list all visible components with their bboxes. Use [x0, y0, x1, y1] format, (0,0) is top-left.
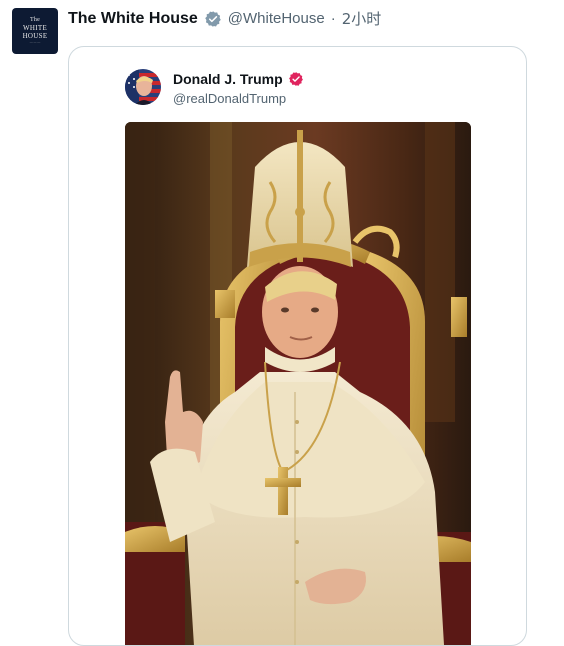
avatar-decoration: — — — [29, 40, 41, 44]
white-house-avatar[interactable]: The WHITE HOUSE — — — [12, 8, 58, 54]
separator-dot: · [330, 10, 336, 27]
quoted-author-handle[interactable]: @realDonaldTrump [173, 91, 286, 106]
verified-badge-icon[interactable] [204, 10, 222, 28]
avatar-line-2: WHITE [22, 24, 48, 32]
post-header: The White House @WhiteHouse · 2小时 [68, 8, 381, 29]
quoted-author-name-row: Donald J. Trump [173, 71, 304, 87]
author-handle[interactable]: @WhiteHouse [228, 10, 325, 27]
verified-badge-icon[interactable] [288, 71, 304, 87]
avatar-line-3: HOUSE [22, 32, 48, 40]
trump-avatar[interactable] [125, 69, 161, 105]
post-timestamp[interactable]: 2小时 [342, 8, 382, 29]
pope-portrait-image[interactable] [125, 122, 471, 645]
quoted-author-name[interactable]: Donald J. Trump [173, 71, 283, 87]
quoted-post-card[interactable]: Donald J. Trump @realDonaldTrump [68, 46, 527, 646]
author-name[interactable]: The White House [68, 10, 198, 28]
avatar-line-1: The [30, 17, 40, 23]
